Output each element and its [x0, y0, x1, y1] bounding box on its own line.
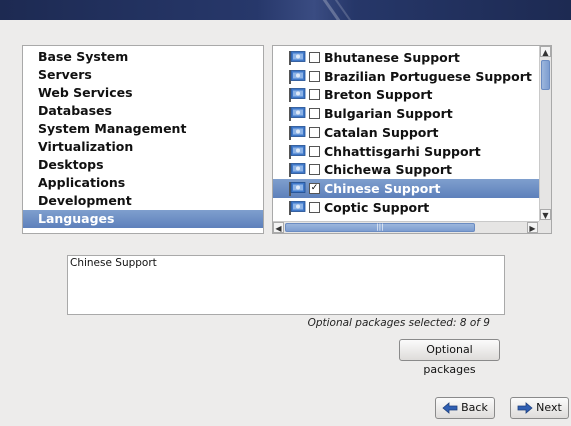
package-label: Bulgarian Support: [324, 106, 453, 122]
scrollbar-corner: [539, 221, 551, 233]
package-checkbox[interactable]: [309, 126, 320, 138]
package-label: Catalan Support: [324, 124, 439, 140]
back-button[interactable]: Back: [435, 397, 495, 419]
group-item-base-system[interactable]: Base System: [23, 48, 263, 66]
next-label: Next: [536, 401, 562, 414]
package-label: Chhattisgarhi Support: [324, 143, 481, 159]
group-item-virtualization[interactable]: Virtualization: [23, 138, 263, 156]
scroll-down-icon[interactable]: ▼: [540, 209, 551, 220]
package-label: Chinese Support: [324, 180, 441, 196]
package-label: Chichewa Support: [324, 162, 453, 178]
horizontal-scrollbar[interactable]: ◀ ||| ▶: [273, 221, 539, 233]
package-checkbox[interactable]: [309, 201, 320, 213]
optional-packages-button[interactable]: Optional packages: [399, 339, 500, 376]
back-label: Back: [461, 401, 488, 414]
optional-packages-label: Optional packages: [423, 343, 476, 376]
flag-icon: [289, 144, 306, 159]
group-item-web-services[interactable]: Web Services: [23, 84, 263, 102]
group-item-desktops[interactable]: Desktops: [23, 156, 263, 174]
package-row[interactable]: Chichewa Support: [273, 160, 539, 179]
group-item-development[interactable]: Development: [23, 192, 263, 210]
banner-streak: [318, 0, 345, 20]
package-checkbox[interactable]: [309, 145, 320, 157]
description-box: Chinese Support: [67, 255, 505, 315]
group-list[interactable]: Base System Servers Web Services Databas…: [22, 45, 264, 234]
package-label: Bhutanese Support: [324, 50, 460, 65]
group-item-servers[interactable]: Servers: [23, 66, 263, 84]
flag-icon: [289, 181, 306, 196]
horizontal-scroll-thumb[interactable]: |||: [285, 223, 475, 232]
header-banner: [0, 0, 571, 20]
vertical-scrollbar[interactable]: ▲ ▼: [539, 46, 551, 221]
flag-icon: [289, 107, 306, 122]
flag-icon: [289, 69, 306, 84]
package-row[interactable]: Coptic Support: [273, 198, 539, 217]
description-text: Chinese Support: [70, 257, 157, 269]
package-checkbox[interactable]: [309, 89, 320, 101]
package-list[interactable]: Bhutanese Support Brazilian Portuguese Su…: [272, 45, 552, 234]
package-row[interactable]: Catalan Support: [273, 123, 539, 142]
next-arrow-icon: [517, 402, 533, 414]
package-checkbox[interactable]: ✓: [309, 182, 320, 194]
flag-icon: [289, 88, 306, 103]
flag-icon: [289, 200, 306, 215]
scroll-left-icon[interactable]: ◀: [273, 222, 284, 233]
package-row[interactable]: Brazilian Portuguese Support: [273, 67, 539, 86]
package-label: Brazilian Portuguese Support: [324, 68, 532, 84]
vertical-scroll-thumb[interactable]: [541, 60, 550, 90]
package-checkbox[interactable]: [309, 164, 320, 176]
next-button[interactable]: Next: [510, 397, 569, 419]
flag-icon: [289, 51, 306, 65]
package-row[interactable]: ✓ Chinese Support: [273, 178, 539, 198]
flag-icon: [289, 125, 306, 140]
optional-packages-status: Optional packages selected: 8 of 9: [307, 317, 490, 329]
package-checkbox[interactable]: [309, 108, 320, 120]
package-label: Coptic Support: [324, 199, 430, 215]
scroll-right-icon[interactable]: ▶: [527, 222, 538, 233]
flag-icon: [289, 163, 306, 178]
package-row[interactable]: Bulgarian Support: [273, 104, 539, 123]
package-row[interactable]: Chhattisgarhi Support: [273, 142, 539, 161]
group-item-languages[interactable]: Languages: [23, 210, 263, 228]
scroll-up-icon[interactable]: ▲: [540, 46, 551, 57]
package-row[interactable]: Bhutanese Support: [273, 48, 539, 67]
group-item-system-management[interactable]: System Management: [23, 120, 263, 138]
package-row[interactable]: Breton Support: [273, 85, 539, 104]
package-checkbox[interactable]: [309, 70, 320, 82]
package-label: Breton Support: [324, 87, 433, 103]
group-item-databases[interactable]: Databases: [23, 102, 263, 120]
package-checkbox[interactable]: [309, 52, 320, 63]
group-item-applications[interactable]: Applications: [23, 174, 263, 192]
back-arrow-icon: [442, 402, 458, 414]
